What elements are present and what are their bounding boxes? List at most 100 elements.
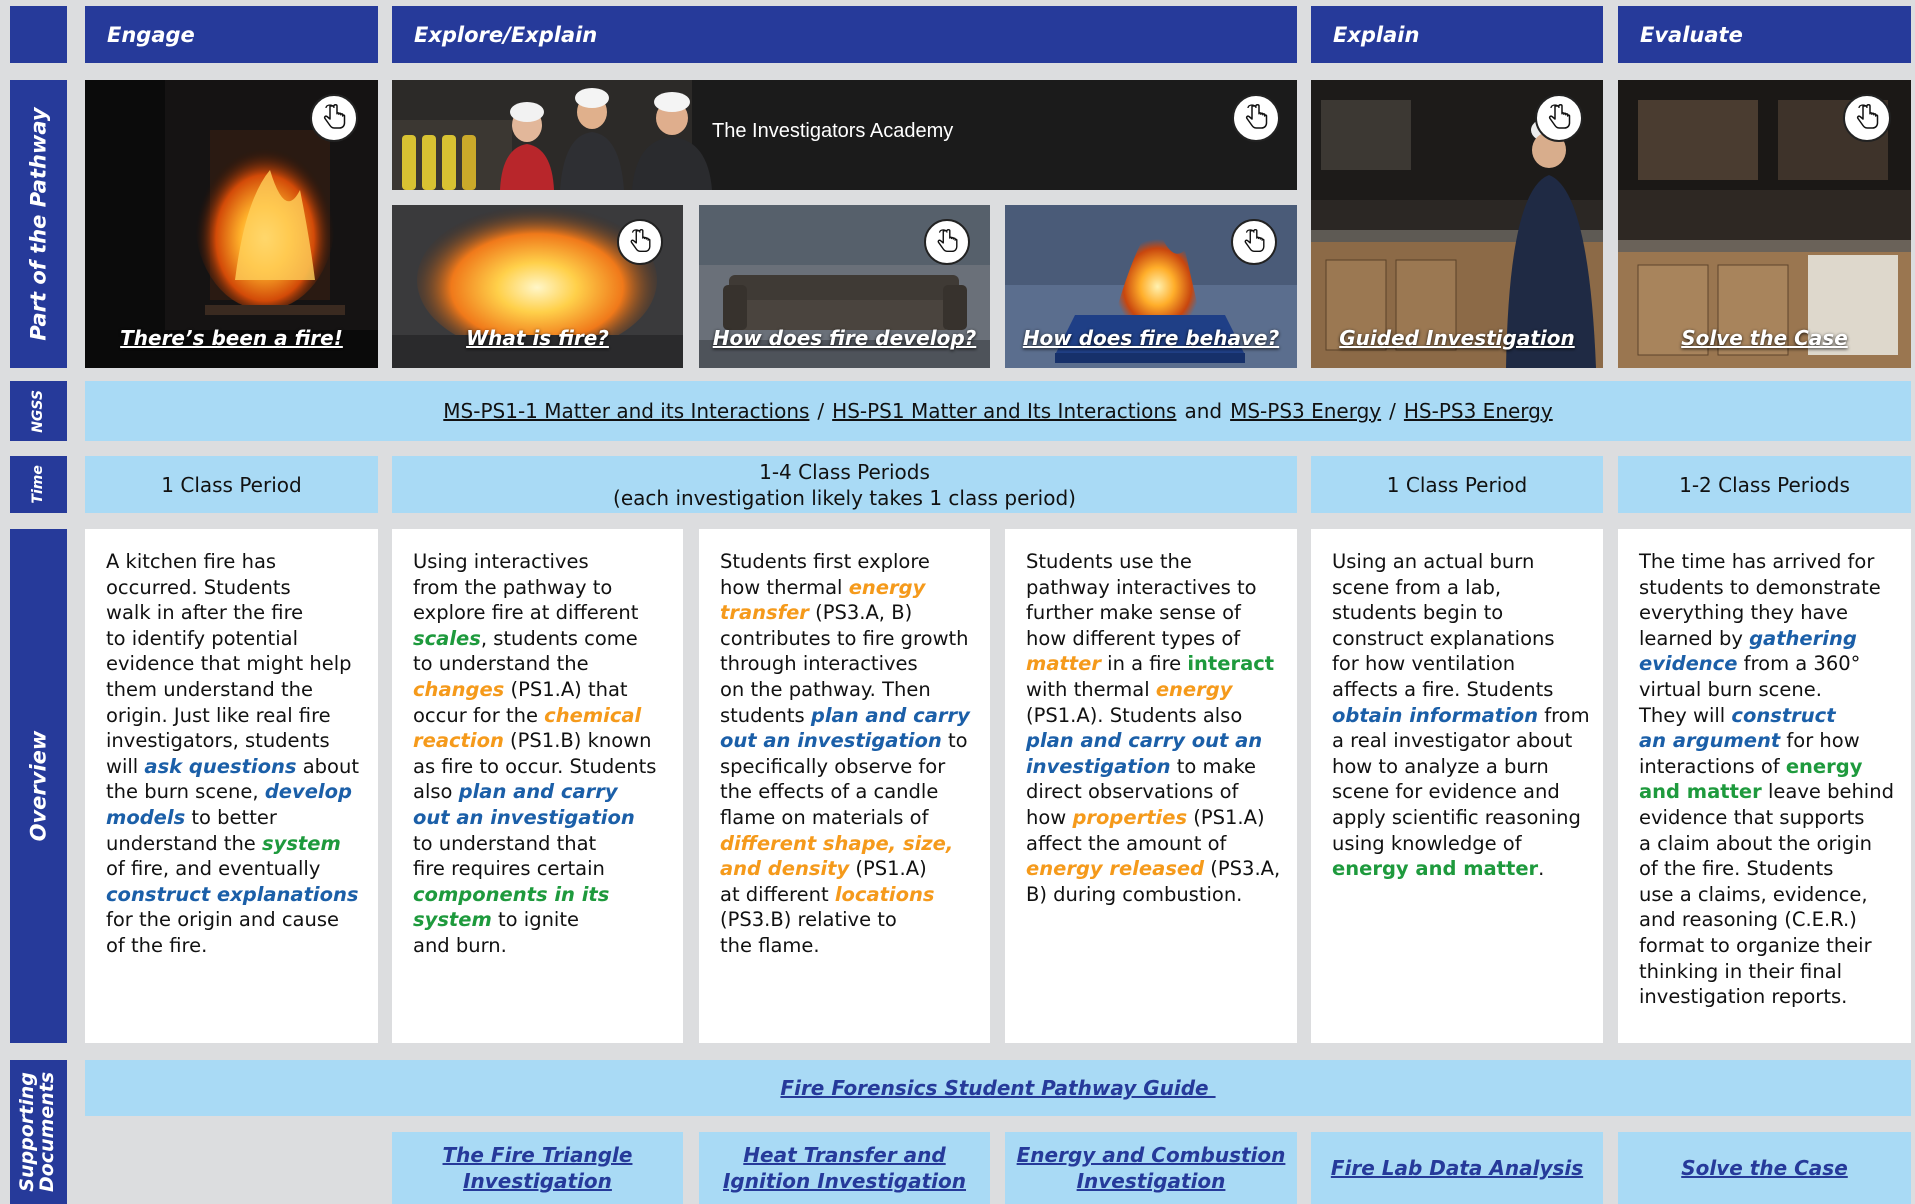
overview-line: evidence that supports — [1639, 805, 1865, 829]
interactive-guided-tile[interactable]: Guided Investigation — [1311, 80, 1603, 368]
doc-link-fire-triangle-line1[interactable]: The Fire Triangle — [443, 1142, 633, 1168]
overview-text: (PS1.A) — [849, 857, 927, 881]
overview-line: reaction (PS1.B) known — [413, 728, 663, 754]
overview-text: (PS1.B) known — [503, 729, 652, 753]
interactive-what-is-fire-caption[interactable]: What is fire? — [392, 326, 683, 350]
overview-line: how properties (PS1.A) — [1026, 805, 1277, 831]
keyword-scales: scales — [413, 626, 481, 650]
overview-line: investigators, students — [106, 729, 330, 753]
overview-line: how thermal energy — [720, 575, 970, 601]
doc-link-energy-combustion-line2[interactable]: Investigation — [1077, 1168, 1226, 1194]
overview-line: pathway interactives to — [1026, 575, 1257, 599]
keyword-gathering-evidence: gathering — [1749, 626, 1857, 650]
doc-link-heat-transfer[interactable]: Heat Transfer and Ignition Investigation — [699, 1132, 990, 1204]
time-explore-line2: (each investigation likely takes 1 class… — [613, 485, 1076, 510]
interactive-engage-caption[interactable]: There’s been a fire! — [85, 326, 378, 350]
overview-line: Students first explore — [720, 550, 930, 573]
keyword-chemical-reaction: chemical — [544, 703, 642, 727]
doc-link-solve-case[interactable]: Solve the Case — [1618, 1132, 1911, 1204]
overview-line: out an investigation to — [720, 728, 970, 754]
keyword-obtain-information: obtain information — [1332, 703, 1539, 727]
doc-link-fire-triangle-line2[interactable]: Investigation — [463, 1168, 612, 1194]
overview-line: and density (PS1.A) — [720, 856, 970, 882]
hand-pointer-icon[interactable] — [1843, 94, 1891, 142]
overview-text: learned by — [1639, 626, 1750, 650]
overview-text: will — [106, 754, 145, 778]
overview-text: (PS1.A) — [1187, 805, 1265, 829]
row-label-supporting-text: Supporting Documents — [17, 1072, 59, 1192]
interactive-fire-behave-caption[interactable]: How does fire behave? — [1005, 326, 1297, 350]
overview-line: models to better — [106, 805, 358, 831]
ngss-link-hs-ps3[interactable]: HS-PS3 Energy — [1404, 399, 1553, 423]
overview-text: to make — [1170, 754, 1257, 778]
interactive-what-is-fire-tile[interactable]: What is fire? — [392, 205, 683, 368]
overview-line: on the pathway. Then — [720, 677, 931, 701]
overview-line: affects a fire. Students — [1332, 677, 1554, 701]
keyword-locations: locations — [834, 882, 935, 906]
overview-text: at different — [720, 882, 835, 906]
overview-line: students begin to — [1332, 601, 1504, 625]
overview-line: origin. Just like real fire — [106, 703, 331, 727]
interactive-academy-banner[interactable]: The Investigators Academy — [392, 80, 1297, 190]
overview-text: for how — [1780, 729, 1860, 753]
hand-pointer-icon[interactable] — [1232, 94, 1280, 142]
overview-text: from — [1538, 703, 1590, 727]
interactive-solve-caption[interactable]: Solve the Case — [1618, 326, 1911, 350]
doc-link-energy-combustion-line1[interactable]: Energy and Combustion — [1017, 1142, 1286, 1168]
overview-line: to identify potential — [106, 626, 298, 650]
interactive-guided-caption[interactable]: Guided Investigation — [1311, 326, 1603, 350]
ngss-link-ms-ps1[interactable]: MS-PS1-1 Matter and its Interactions — [443, 399, 809, 423]
phase-header-evaluate: Evaluate — [1618, 6, 1911, 63]
row-label-pathway-text: Part of the Pathway — [26, 107, 51, 341]
doc-link-heat-transfer-line2[interactable]: Ignition Investigation — [723, 1168, 966, 1194]
academy-title[interactable]: The Investigators Academy — [712, 120, 953, 143]
overview-line: (PS1.A). Students also — [1026, 703, 1243, 727]
overview-line: The time has arrived for — [1639, 550, 1875, 573]
ngss-separator: / — [817, 399, 825, 423]
interactive-solve-tile[interactable]: Solve the Case — [1618, 80, 1911, 368]
ngss-link-ms-ps3[interactable]: MS-PS3 Energy — [1230, 399, 1381, 423]
hand-pointer-icon[interactable] — [1231, 219, 1277, 265]
overview-line: to understand that — [413, 831, 597, 855]
overview-text: (PS1.A) that — [504, 677, 628, 701]
keyword-plan-investigation: plan and carry out an — [1026, 729, 1263, 753]
row-label-pathway: Part of the Pathway — [10, 80, 67, 368]
row-label-time-text: Time — [30, 465, 47, 504]
keyword-plan-investigation: investigation — [1026, 754, 1171, 778]
interactive-fire-behave-tile[interactable]: How does fire behave? — [1005, 205, 1297, 368]
doc-link-energy-combustion[interactable]: Energy and Combustion Investigation — [1005, 1132, 1297, 1204]
doc-link-heat-transfer-line1[interactable]: Heat Transfer and — [743, 1142, 945, 1168]
overview-line: and burn. — [413, 933, 507, 957]
overview-line: using knowledge of — [1332, 831, 1522, 855]
overview-line: of the fire. — [106, 933, 208, 957]
overview-line: scene for evidence and — [1332, 780, 1560, 804]
doc-link-fire-triangle[interactable]: The Fire Triangle Investigation — [392, 1132, 683, 1204]
overview-line: further make sense of — [1026, 601, 1241, 625]
hand-pointer-icon[interactable] — [924, 219, 970, 265]
doc-link-fire-lab[interactable]: Fire Lab Data Analysis — [1311, 1132, 1603, 1204]
overview-line: and matter leave behind — [1639, 779, 1894, 805]
overview-engage: A kitchen fire has occurred. Students wa… — [85, 529, 378, 1043]
keyword-energy-transfer: transfer — [720, 601, 809, 625]
hand-pointer-icon[interactable] — [617, 219, 663, 265]
interactive-engage-tile[interactable]: There’s been a fire! — [85, 80, 378, 368]
overview-text: from a 360° — [1737, 652, 1861, 676]
time-engage: 1 Class Period — [85, 456, 378, 513]
keyword-interact: interact — [1187, 652, 1275, 676]
doc-link-pathway-guide[interactable]: Fire Forensics Student Pathway Guide — [780, 1075, 1215, 1101]
row-label-supporting: Supporting Documents — [10, 1060, 67, 1204]
overview-line: investigation reports. — [1639, 985, 1848, 1009]
overview-text: how — [1026, 805, 1073, 829]
overview-line: obtain information from — [1332, 703, 1590, 729]
hand-pointer-icon[interactable] — [310, 94, 358, 142]
interactive-fire-develop-caption[interactable]: How does fire develop? — [699, 326, 990, 350]
interactive-fire-develop-tile[interactable]: How does fire develop? — [699, 205, 990, 368]
overview-line: evidence that might help — [106, 652, 352, 676]
keyword-shape-size-density: different shape, size, — [720, 831, 954, 855]
hand-pointer-icon[interactable] — [1535, 94, 1583, 142]
overview-line: thinking in their final — [1639, 959, 1843, 983]
keyword-plan-investigation: out an investigation — [720, 729, 942, 753]
ngss-link-hs-ps1[interactable]: HS-PS1 Matter and Its Interactions — [832, 399, 1176, 423]
overview-line: contributes to fire growth — [720, 626, 969, 650]
keyword-energy-matter: and matter — [1639, 780, 1762, 804]
